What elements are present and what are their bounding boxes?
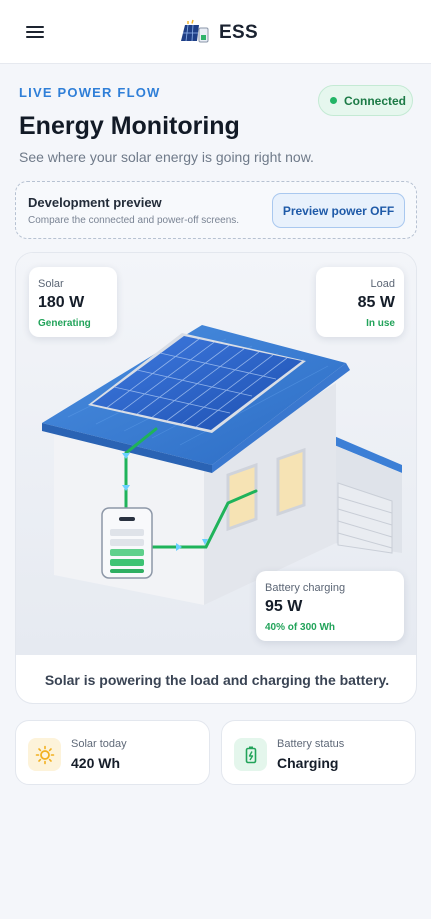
connection-status-text: Connected [344,93,407,108]
preview-title: Development preview [28,195,162,210]
battery-label: Battery charging [265,582,346,594]
sun-icon [28,738,61,771]
solar-today-label: Solar today [71,738,127,750]
preview-description: Compare the connected and power-off scre… [28,215,240,226]
brand: ESS [179,18,258,48]
connection-status-badge: Connected [318,85,413,116]
solar-value: 180 W [38,294,85,311]
battery-status-card: Battery status Charging [221,720,416,785]
status-dot-icon [330,97,337,104]
battery-value: 95 W [265,598,303,615]
hamburger-menu-icon[interactable] [24,22,50,42]
power-flow-card: Solar 180 W Generating Load 85 W In use … [15,252,417,704]
top-app-bar: ESS [0,0,431,64]
preview-power-off-button[interactable]: Preview power OFF [272,193,405,228]
load-status: In use [366,318,395,329]
solar-battery-logo-icon [181,19,209,43]
solar-today-card: Solar today 420 Wh [15,720,210,785]
section-eyebrow: LIVE POWER FLOW [19,85,161,100]
solar-status: Generating [38,318,91,329]
brand-name: ESS [219,22,258,43]
development-preview-card: Development preview Compare the connecte… [15,181,417,239]
battery-status-label: Battery status [277,738,345,750]
battery-status-value: Charging [277,755,339,771]
battery-capacity-detail: 40% of 300 Wh [265,622,336,633]
solar-today-value: 420 Wh [71,755,121,771]
solar-label: Solar [38,278,64,290]
load-label: Load [370,278,395,290]
load-power-readout: Load 85 W In use [316,267,404,337]
battery-charging-readout: Battery charging 95 W 40% of 300 Wh [256,571,404,641]
page-subtitle: See where your solar energy is going rig… [19,149,314,165]
solar-power-readout: Solar 180 W Generating [29,267,117,337]
power-flow-caption: Solar is powering the load and charging … [44,672,390,688]
load-value: 85 W [357,294,395,311]
home-battery [101,507,153,579]
battery-charging-icon [234,738,267,771]
page-title: Energy Monitoring [19,112,240,140]
